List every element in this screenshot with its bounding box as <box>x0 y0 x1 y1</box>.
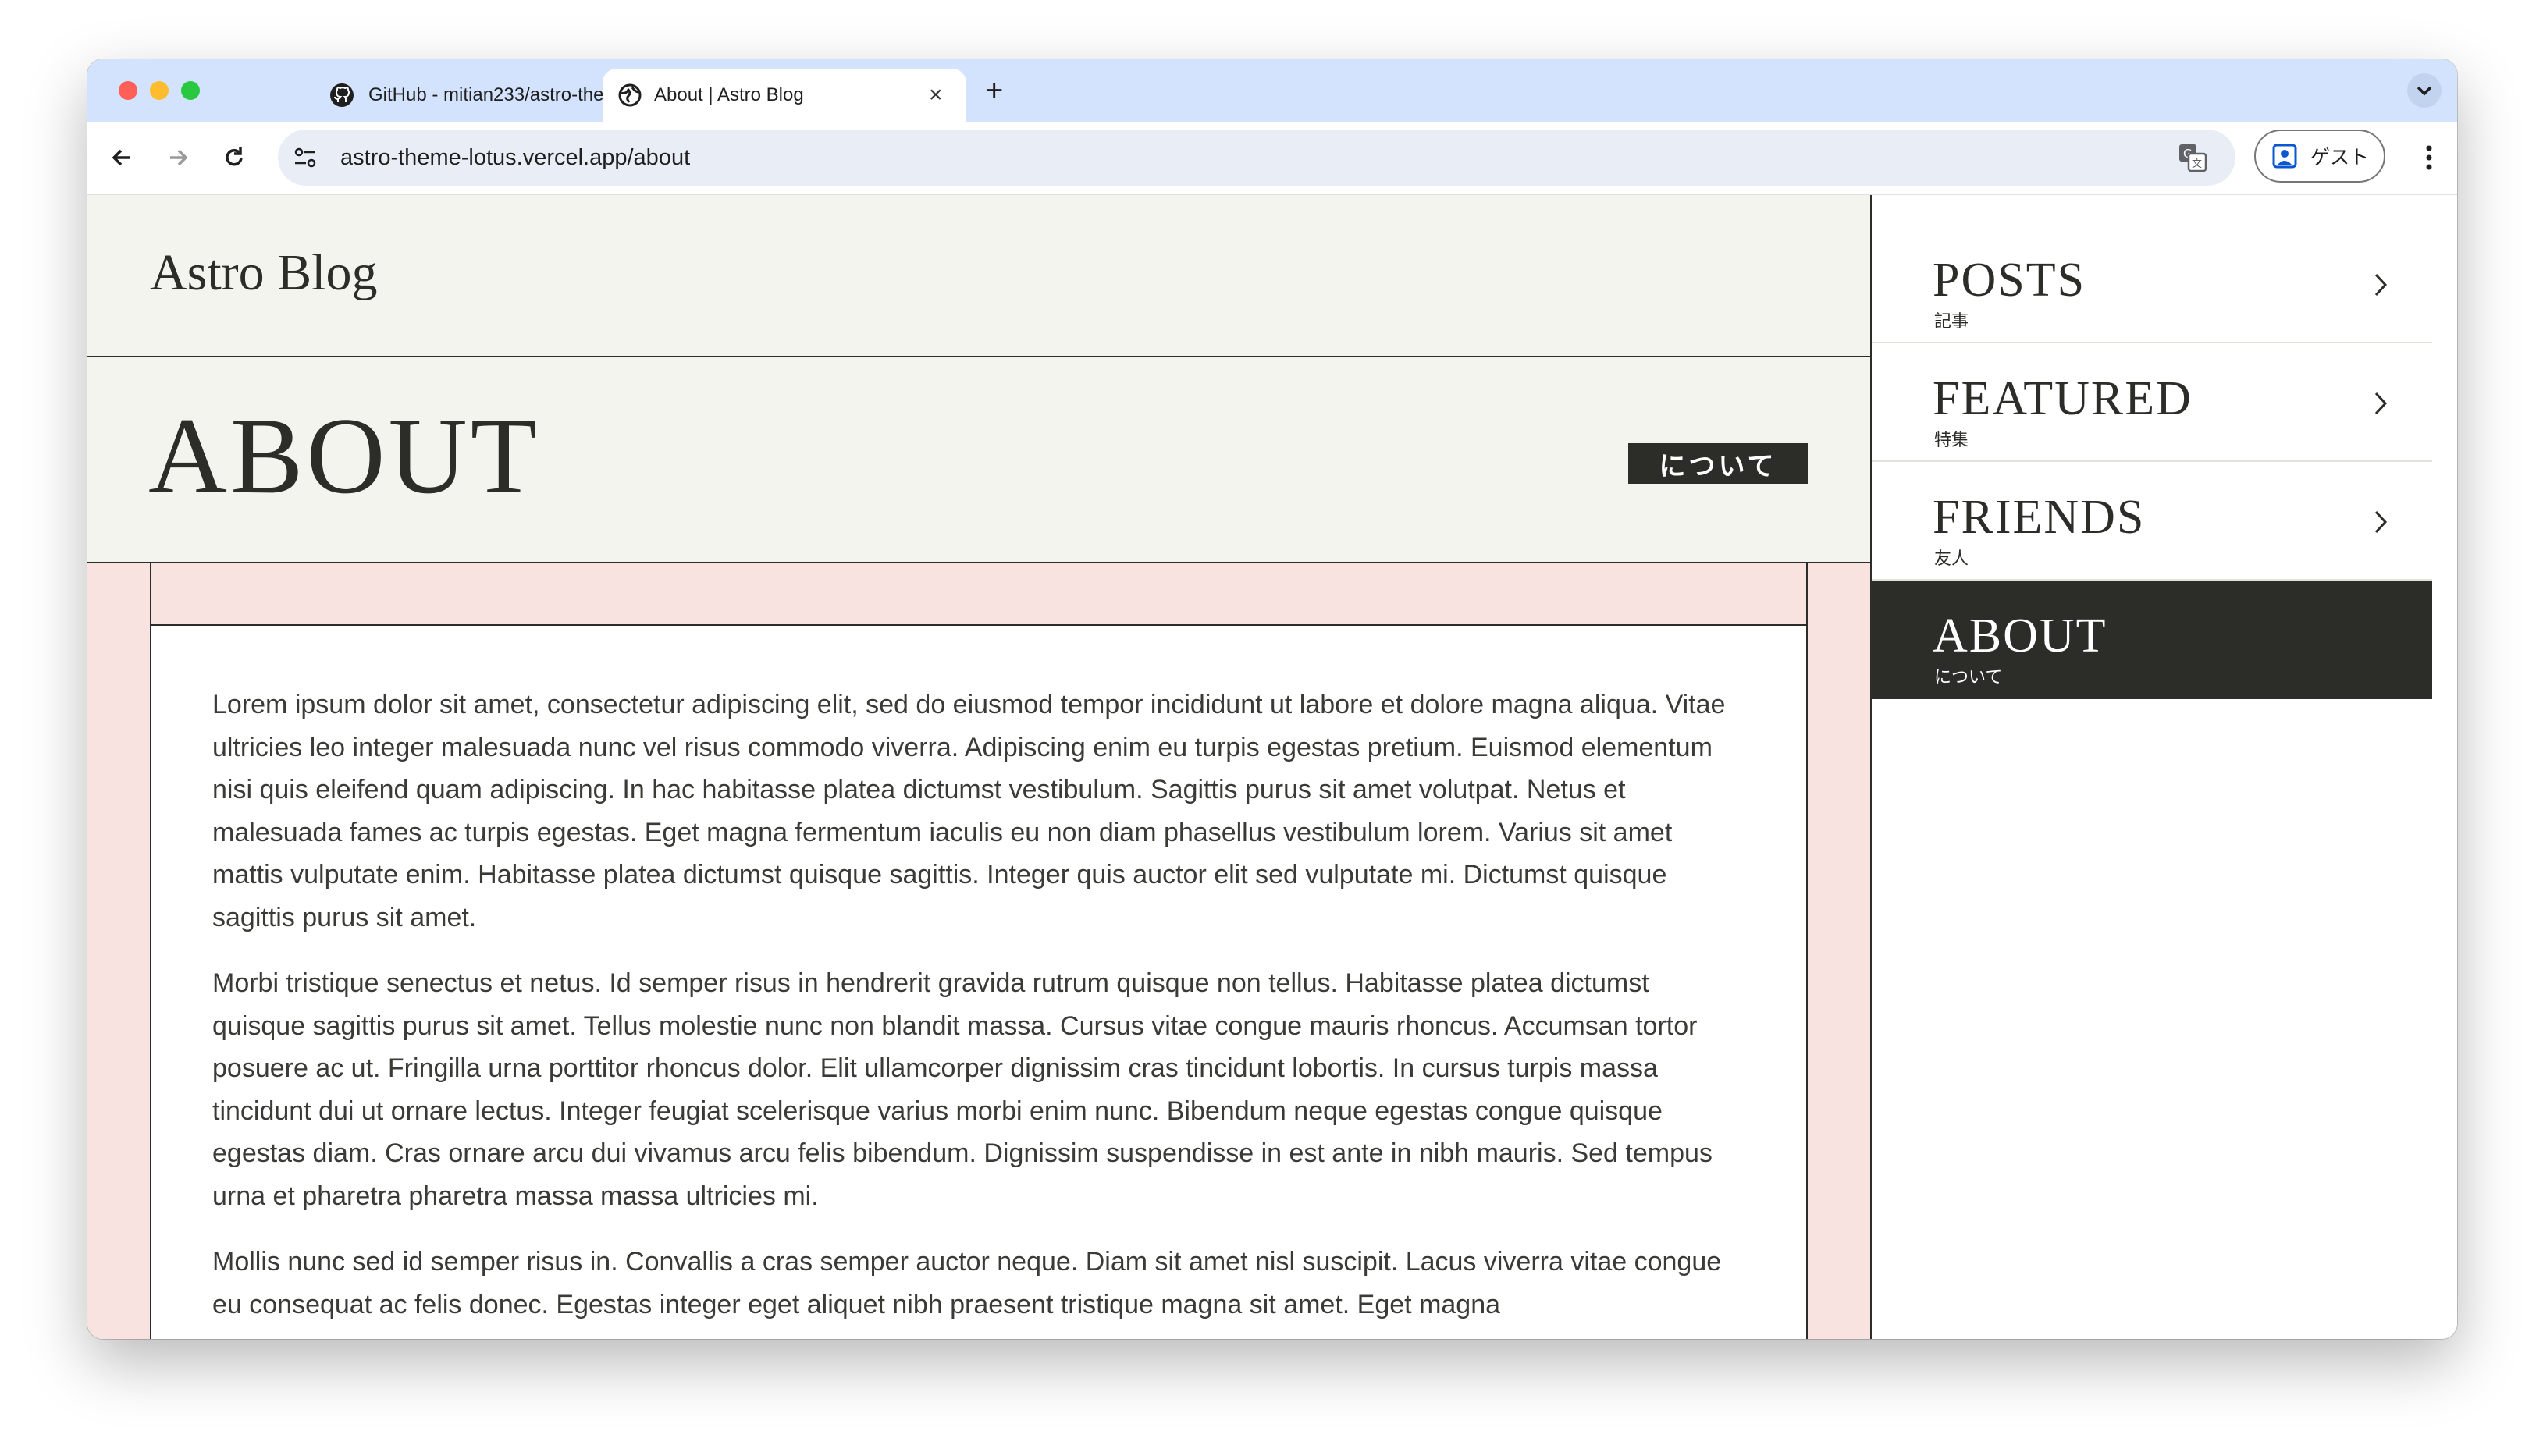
site-header: Astro Blog <box>87 195 1870 357</box>
svg-text:文: 文 <box>2192 158 2202 170</box>
reload-button[interactable] <box>212 136 256 179</box>
address-bar[interactable]: astro-theme-lotus.vercel.app/about G 文 <box>278 130 2235 186</box>
article-body: Lorem ipsum dolor sit amet, consectetur … <box>151 626 1806 1339</box>
arrow-left-icon <box>112 149 130 166</box>
site-settings-icon[interactable] <box>292 144 318 171</box>
browser-toolbar: astro-theme-lotus.vercel.app/about G 文 ゲ… <box>87 122 2457 194</box>
nav-item-featured[interactable]: FEATURED 特集 <box>1872 343 2432 462</box>
translate-icon[interactable]: G 文 <box>2178 143 2207 172</box>
nav-item-about[interactable]: ABOUT について <box>1872 581 2432 699</box>
page-subtitle-badge: について <box>1628 443 1808 484</box>
nav-item-sublabel: 友人 <box>1934 549 1969 568</box>
minimize-window-button[interactable] <box>150 81 169 100</box>
page-viewport: Astro Blog ABOUT について Lorem ipsum dolor … <box>87 194 2457 1339</box>
nav-item-sublabel: について <box>1934 667 2003 687</box>
url-text[interactable]: astro-theme-lotus.vercel.app/about <box>340 145 690 171</box>
nav-item-label: FRIENDS <box>1933 491 2146 544</box>
new-tab-button[interactable]: + <box>985 73 1003 108</box>
profile-label: ゲスト <box>2310 147 2370 169</box>
nav-item-label: ABOUT <box>1933 609 2107 662</box>
github-icon <box>330 83 354 107</box>
article-paragraph: Morbi tristique senectus et netus. Id se… <box>212 968 1713 1211</box>
reload-icon <box>226 147 243 166</box>
nav-item-label: FEATURED <box>1933 372 2193 425</box>
nav-item-posts[interactable]: POSTS 記事 <box>1872 225 2432 343</box>
globe-icon <box>618 83 642 107</box>
arrow-right-icon <box>170 149 188 166</box>
page-hero: ABOUT について <box>87 357 1870 563</box>
article-paragraph: Mollis nunc sed id semper risus in. Conv… <box>212 1247 1722 1319</box>
nav-item-friends[interactable]: FRIENDS 友人 <box>1872 462 2432 581</box>
nav-item-sublabel: 特集 <box>1934 430 1969 449</box>
sidebar-nav: POSTS 記事 FEATURED 特集 FRIENDS 友人 ABOUT につ… <box>1870 195 2457 1339</box>
page-title: ABOUT <box>148 396 541 517</box>
tab-about[interactable]: About | Astro Blog × <box>603 69 966 122</box>
tab-bar: GitHub - mitian233/astro-the × About | A… <box>87 59 2457 122</box>
tab-title: GitHub - mitian233/astro-the <box>368 84 604 105</box>
maximize-window-button[interactable] <box>181 81 200 100</box>
close-tab-icon[interactable]: × <box>929 83 943 107</box>
more-menu-icon[interactable] <box>2421 142 2437 173</box>
article-paragraph: Lorem ipsum dolor sit amet, consectetur … <box>212 690 1726 932</box>
nav-item-label: POSTS <box>1933 254 2086 307</box>
article-container: Lorem ipsum dolor sit amet, consectetur … <box>150 562 1808 1339</box>
site-logo[interactable]: Astro Blog <box>150 243 378 303</box>
chevron-right-icon <box>2374 392 2388 415</box>
chevron-right-icon <box>2374 510 2388 534</box>
close-window-button[interactable] <box>119 81 137 100</box>
main-area: Astro Blog ABOUT について Lorem ipsum dolor … <box>87 195 1870 1339</box>
article-text: Lorem ipsum dolor sit amet, consectetur … <box>212 684 1742 1339</box>
back-button[interactable] <box>100 136 144 179</box>
profile-button[interactable]: ゲスト <box>2254 130 2385 183</box>
article-top-band <box>151 562 1806 626</box>
chevron-right-icon <box>2374 273 2388 297</box>
tab-search-chevron-icon[interactable] <box>2406 72 2443 109</box>
browser-window: GitHub - mitian233/astro-the × About | A… <box>87 59 2457 1339</box>
profile-icon <box>2272 144 2297 169</box>
forward-button[interactable] <box>156 136 200 179</box>
tab-title: About | Astro Blog <box>654 84 804 105</box>
nav-item-sublabel: 記事 <box>1934 311 1969 331</box>
